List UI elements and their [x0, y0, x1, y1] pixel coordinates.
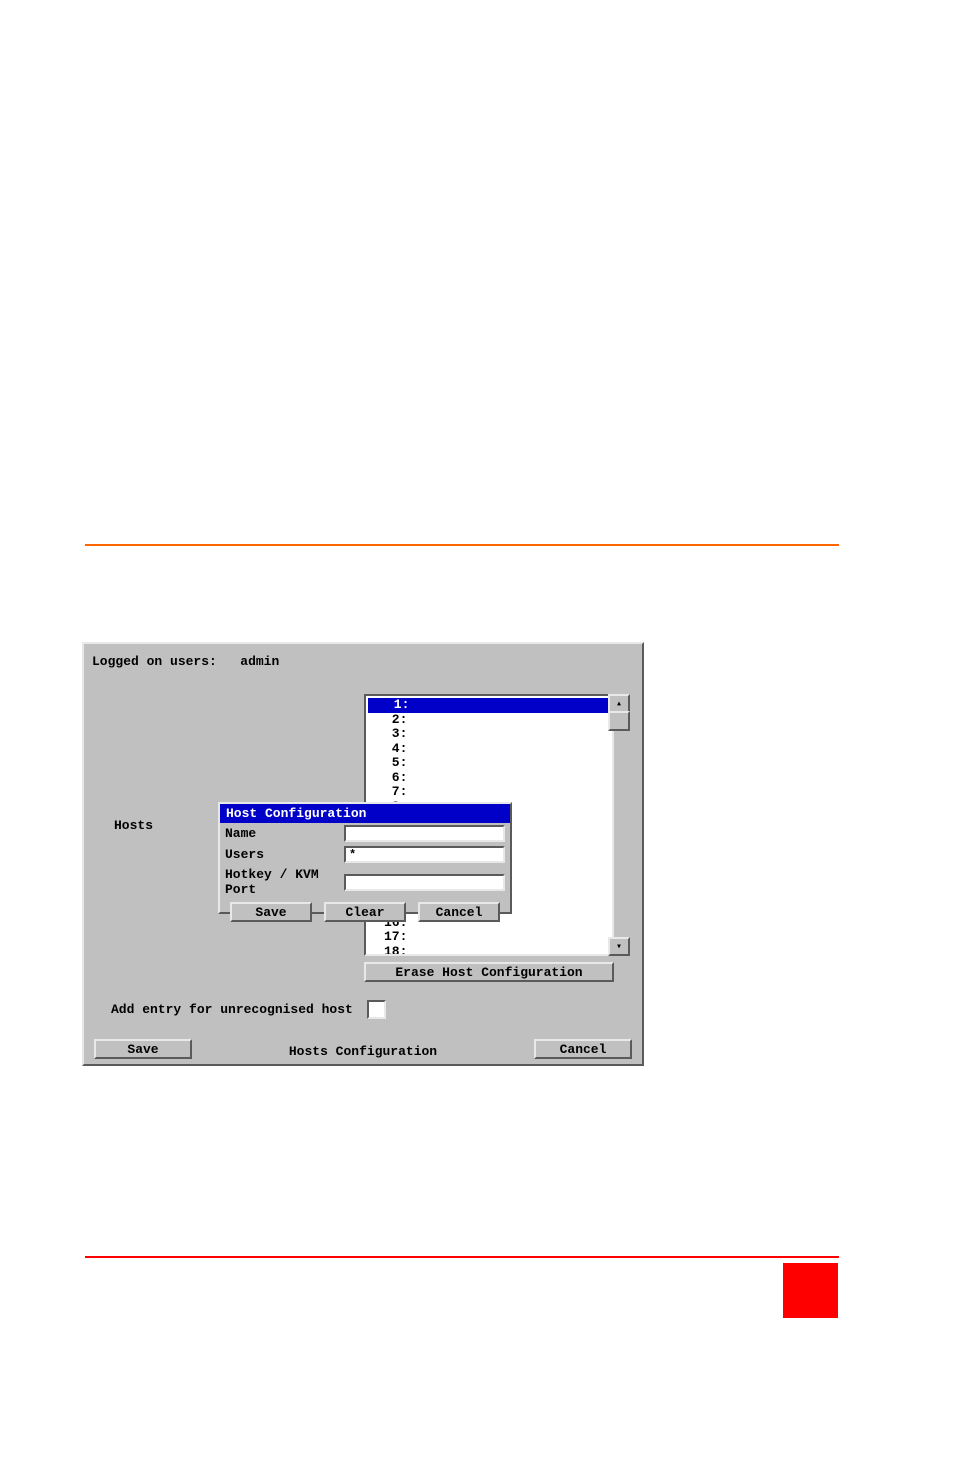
divider-red	[85, 1256, 839, 1258]
list-item[interactable]: 7:	[366, 785, 612, 800]
list-item[interactable]: 4:	[366, 742, 612, 757]
hotkey-label: Hotkey / KVM Port	[225, 867, 340, 897]
page-mark-box	[783, 1263, 838, 1318]
cancel-button[interactable]: Cancel	[534, 1039, 632, 1059]
add-entry-label: Add entry for unrecognised host	[111, 1002, 353, 1017]
name-input[interactable]	[344, 825, 505, 842]
list-item[interactable]: 17:	[366, 930, 612, 945]
modal-cancel-button[interactable]: Cancel	[418, 902, 500, 922]
add-entry-checkbox[interactable]	[367, 1000, 386, 1019]
hosts-configuration-dialog: Logged on users: admin Hosts 1: 2: 3: 4:…	[82, 642, 644, 1066]
logged-on-status: Logged on users: admin	[92, 654, 279, 669]
logged-on-label: Logged on users:	[92, 654, 217, 669]
triangle-up-icon: ▴	[616, 698, 622, 710]
name-label: Name	[225, 826, 340, 841]
list-item[interactable]: 1:	[368, 698, 610, 713]
list-item[interactable]: 6:	[366, 771, 612, 786]
modal-save-button[interactable]: Save	[230, 902, 312, 922]
host-configuration-modal: Host Configuration Name Users Hotkey / K…	[218, 802, 512, 914]
list-item[interactable]: 2:	[366, 713, 612, 728]
modal-clear-button[interactable]: Clear	[324, 902, 406, 922]
logged-on-user: admin	[240, 654, 279, 669]
scroll-down-button[interactable]: ▾	[608, 937, 630, 956]
hotkey-input[interactable]	[344, 874, 505, 891]
triangle-down-icon: ▾	[616, 941, 622, 953]
users-input[interactable]	[344, 846, 505, 863]
modal-title: Host Configuration	[220, 804, 510, 823]
erase-host-configuration-button[interactable]: Erase Host Configuration	[364, 962, 614, 982]
hosts-label: Hosts	[114, 818, 153, 833]
list-item[interactable]: 5:	[366, 756, 612, 771]
list-item[interactable]: 18:	[366, 945, 612, 957]
users-label: Users	[225, 847, 340, 862]
divider-orange	[85, 544, 839, 546]
scrollbar-thumb[interactable]	[608, 711, 630, 731]
list-item[interactable]: 3:	[366, 727, 612, 742]
